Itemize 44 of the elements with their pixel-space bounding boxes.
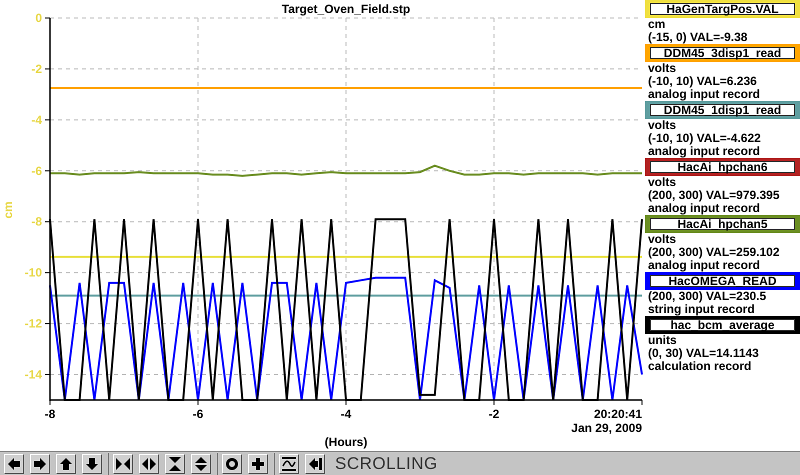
- legend-text: units: [647, 334, 678, 347]
- date-label: Jan 29, 2009: [571, 421, 642, 435]
- y-tick-label: 0: [35, 11, 42, 25]
- chart-title: Target_Oven_Field.stp: [282, 2, 410, 16]
- legend-text: (200, 300) VAL=979.395: [647, 189, 781, 202]
- legend-text: volts: [647, 119, 678, 132]
- legend-text: analog input record: [647, 202, 762, 215]
- end-time-label: 20:20:41: [594, 407, 642, 421]
- legend-title: DDM45_1disp1_read: [645, 101, 800, 119]
- legend-text: string input record: [647, 303, 756, 316]
- mode-label: SCROLLING: [335, 454, 438, 474]
- legend-title: HacOMEGA_READ: [645, 272, 800, 290]
- legend-text: calculation record: [647, 360, 752, 373]
- legend-title: HaGenTargPos.VAL: [645, 0, 800, 18]
- y-axis-title: cm: [1, 201, 15, 219]
- legend-text: (-10, 10) VAL=6.236: [647, 75, 758, 88]
- legend-text: (0, 30) VAL=14.1143: [647, 347, 760, 360]
- x-tick-label: -6: [192, 407, 204, 421]
- y-tick-label: -6: [31, 164, 42, 178]
- legend-text: volts: [647, 233, 678, 246]
- legend-text: analog input record: [647, 145, 762, 158]
- x-tick-label: -2: [488, 407, 500, 421]
- legend-text: (200, 300) VAL=259.102: [647, 246, 781, 259]
- y-tick-label: -2: [31, 62, 42, 76]
- y-tick-label: -14: [24, 368, 42, 382]
- x-axis-title: (Hours): [324, 435, 368, 449]
- legend-title: HacAi_hpchan6: [645, 158, 800, 176]
- legend-text: cm: [647, 18, 666, 31]
- legend-title: DDM45_3disp1_read: [645, 44, 800, 62]
- legend-title: HacAi_hpchan5: [645, 215, 800, 233]
- legend-text: (-10, 10) VAL=-4.622: [647, 132, 762, 145]
- y-tick-label: -12: [24, 316, 42, 331]
- legend-text: volts: [647, 176, 678, 189]
- legend-title: hac_bcm_average: [645, 316, 800, 334]
- legend-text: volts: [647, 62, 678, 75]
- legend-text: analog input record: [647, 259, 762, 272]
- x-tick-label: -8: [44, 407, 56, 421]
- x-tick-label: -4: [340, 407, 352, 421]
- y-tick-label: -10: [24, 266, 42, 280]
- y-tick-label: -4: [31, 112, 42, 127]
- legend-text: (-15, 0) VAL=-9.38: [647, 31, 748, 44]
- legend-text: (200, 300) VAL=230.5: [647, 290, 768, 303]
- legend-text: analog input record: [647, 88, 762, 101]
- y-tick-label: -8: [31, 214, 42, 229]
